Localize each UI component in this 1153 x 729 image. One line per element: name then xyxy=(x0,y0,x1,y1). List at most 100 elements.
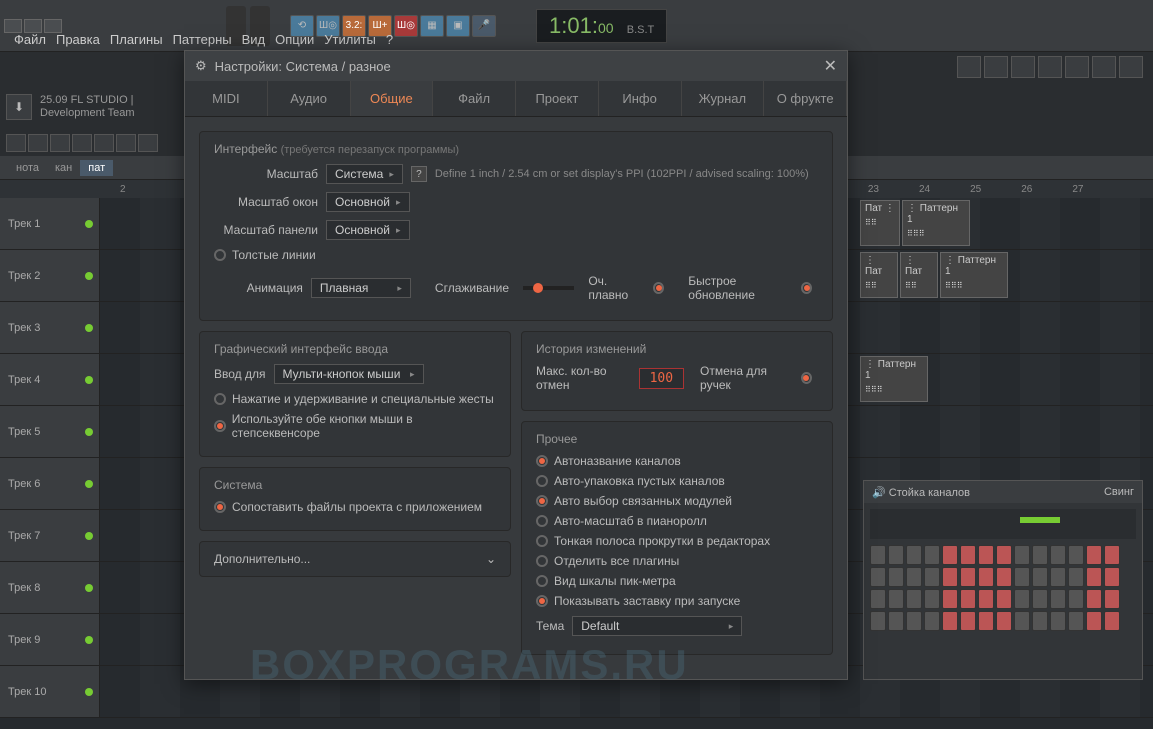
step-button[interactable] xyxy=(1014,567,1030,587)
step-button[interactable] xyxy=(960,545,976,565)
track-active-dot[interactable] xyxy=(85,324,93,332)
track-label[interactable]: Трек 8 xyxy=(0,562,100,613)
track-active-dot[interactable] xyxy=(85,480,93,488)
step-button[interactable] xyxy=(870,611,886,631)
cr-swing[interactable]: Свинг xyxy=(1104,486,1134,498)
tab-debug[interactable]: Журнал xyxy=(682,81,765,116)
step-button[interactable] xyxy=(1086,567,1102,587)
track-active-dot[interactable] xyxy=(85,584,93,592)
scale-dropdown[interactable]: Система xyxy=(326,164,403,184)
step-button[interactable] xyxy=(1032,567,1048,587)
input-for-dropdown[interactable]: Мульти-кнопок мыши xyxy=(274,364,424,384)
step-button[interactable] xyxy=(942,545,958,565)
step-button[interactable] xyxy=(1104,545,1120,565)
step-button[interactable] xyxy=(1032,611,1048,631)
step-button[interactable] xyxy=(1050,611,1066,631)
smooth-slider[interactable] xyxy=(523,286,574,290)
step-button[interactable] xyxy=(1050,567,1066,587)
track-active-dot[interactable] xyxy=(85,428,93,436)
step-button[interactable] xyxy=(942,567,958,587)
cut-icon[interactable] xyxy=(28,134,48,152)
step-button[interactable] xyxy=(906,567,922,587)
pattern-clip[interactable]: ⋮ Паттерн 1⠿⠿⠿ xyxy=(940,252,1008,298)
tb-6[interactable]: ▣ xyxy=(446,15,470,37)
menu-options[interactable]: Опции xyxy=(271,30,318,49)
step-button[interactable] xyxy=(888,567,904,587)
step-button[interactable] xyxy=(1014,545,1030,565)
track-label[interactable]: Трек 4 xyxy=(0,354,100,405)
opt-other-5[interactable]: Отделить все плагины xyxy=(536,554,818,568)
step-button[interactable] xyxy=(1086,589,1102,609)
track-label[interactable]: Трек 6 xyxy=(0,458,100,509)
step-button[interactable] xyxy=(1032,589,1048,609)
tab-pat[interactable]: пат xyxy=(80,160,113,176)
step-button[interactable] xyxy=(1086,611,1102,631)
tb-7[interactable]: 🎤 xyxy=(472,15,496,37)
rt-5[interactable] xyxy=(1065,56,1089,78)
tab-audio[interactable]: Аудио xyxy=(268,81,351,116)
track-label[interactable]: Трек 10 xyxy=(0,666,100,717)
download-icon[interactable]: ⬇ xyxy=(6,94,32,120)
step-button[interactable] xyxy=(906,611,922,631)
step-button[interactable] xyxy=(978,545,994,565)
tab-project[interactable]: Проект xyxy=(516,81,599,116)
mute-icon[interactable] xyxy=(116,134,136,152)
pattern-clip[interactable]: ⋮ Пат⠿⠿ xyxy=(860,252,898,298)
animation-dropdown[interactable]: Плавная xyxy=(311,278,411,298)
menu-edit[interactable]: Правка xyxy=(52,30,104,49)
section-advanced[interactable]: Дополнительно... ⌄ xyxy=(199,541,511,577)
step-button[interactable] xyxy=(960,589,976,609)
menu-help[interactable]: ? xyxy=(382,30,397,49)
track-active-dot[interactable] xyxy=(85,376,93,384)
opt-other-4[interactable]: Тонкая полоса прокрутки в редакторах xyxy=(536,534,818,548)
radio-icon[interactable] xyxy=(801,282,812,294)
step-button[interactable] xyxy=(960,611,976,631)
radio-icon[interactable] xyxy=(653,282,664,294)
opt-other-2[interactable]: Авто выбор связанных модулей xyxy=(536,494,818,508)
rt-7[interactable] xyxy=(1119,56,1143,78)
win-scale-dropdown[interactable]: Основной xyxy=(326,192,410,212)
step-button[interactable] xyxy=(1068,545,1084,565)
step-button[interactable] xyxy=(996,589,1012,609)
rt-2[interactable] xyxy=(984,56,1008,78)
step-button[interactable] xyxy=(1104,567,1120,587)
opt-both-buttons[interactable]: Используйте обе кнопки мыши в степсеквен… xyxy=(214,412,496,440)
help-button[interactable]: ? xyxy=(411,166,427,182)
radio-icon[interactable] xyxy=(801,372,812,384)
track-active-dot[interactable] xyxy=(85,272,93,280)
pattern-clip[interactable]: ⋮ Пат⠿⠿ xyxy=(900,252,938,298)
time-display[interactable]: 1:01:00 B.S.T xyxy=(536,9,667,43)
opt-other-7[interactable]: Показывать заставку при запуске xyxy=(536,594,818,608)
opt-other-0[interactable]: Автоназвание каналов xyxy=(536,454,818,468)
close-icon[interactable]: ✕ xyxy=(824,56,837,76)
step-button[interactable] xyxy=(888,611,904,631)
tab-about[interactable]: О фрукте xyxy=(764,81,847,116)
opt-other-3[interactable]: Авто-масштаб в пианоролл xyxy=(536,514,818,528)
theme-dropdown[interactable]: Default xyxy=(572,616,742,636)
step-button[interactable] xyxy=(924,567,940,587)
dialog-titlebar[interactable]: ⚙ Настройки: Система / разное ✕ xyxy=(185,51,847,81)
step-button[interactable] xyxy=(996,567,1012,587)
step-button[interactable] xyxy=(906,545,922,565)
step-button[interactable] xyxy=(1014,611,1030,631)
zoom-icon[interactable] xyxy=(72,134,92,152)
rt-3[interactable] xyxy=(1011,56,1035,78)
menu-file[interactable]: Файл xyxy=(10,30,50,49)
play-icon[interactable] xyxy=(94,134,114,152)
track-active-dot[interactable] xyxy=(85,220,93,228)
pattern-clip[interactable]: Пат ⋮⠿⠿ xyxy=(860,200,900,246)
tab-info[interactable]: Инфо xyxy=(599,81,682,116)
menu-plugins[interactable]: Плагины xyxy=(106,30,167,49)
step-button[interactable] xyxy=(1014,589,1030,609)
menu-patterns[interactable]: Паттерны xyxy=(169,30,236,49)
track-active-dot[interactable] xyxy=(85,636,93,644)
opt-click-hold[interactable]: Нажатие и удерживание и специальные жест… xyxy=(214,392,496,406)
track-label[interactable]: Трек 1 xyxy=(0,198,100,249)
track-active-dot[interactable] xyxy=(85,532,93,540)
step-button[interactable] xyxy=(888,545,904,565)
step-button[interactable] xyxy=(1104,611,1120,631)
step-button[interactable] xyxy=(960,567,976,587)
tab-general[interactable]: Общие xyxy=(351,81,434,116)
tb-5[interactable]: ▦ xyxy=(420,15,444,37)
pattern-clip[interactable]: ⋮ Паттерн 1⠿⠿⠿ xyxy=(860,356,928,402)
